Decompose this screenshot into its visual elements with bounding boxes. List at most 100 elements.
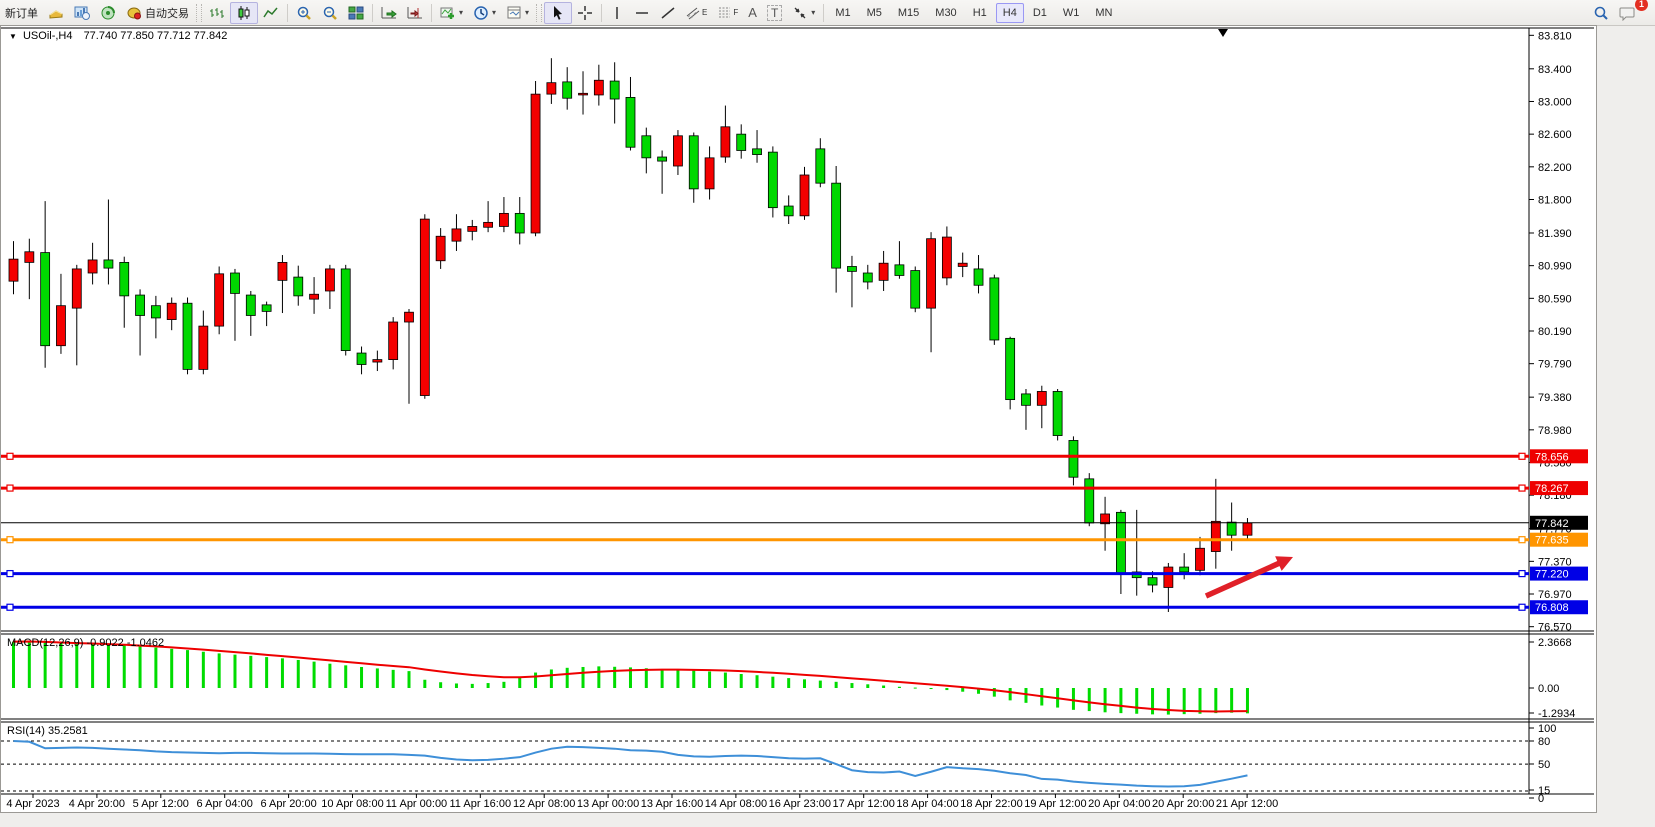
candle-bull [705,158,714,189]
order-history-icon[interactable] [43,3,69,23]
time-tick-label[interactable]: 11 Apr 00:00 [386,798,448,810]
time-tick-label[interactable]: 5 Apr 12:00 [133,798,189,810]
candle-bull [373,360,382,362]
candlestick-chart-button[interactable] [230,2,258,24]
time-tick-label[interactable]: 4 Apr 20:00 [69,798,125,810]
equidistant-channel-tool[interactable]: E [681,3,712,23]
timeframe-d1-button[interactable]: D1 [1026,3,1054,23]
candle-bear [1021,394,1030,405]
arrows-tool[interactable]: ▾ [787,3,820,23]
time-tick-label[interactable]: 13 Apr 16:00 [641,798,703,810]
candle-bear [1227,522,1236,535]
time-tick-label[interactable]: 10 Apr 08:00 [321,798,383,810]
time-tick-label[interactable]: 6 Apr 04:00 [197,798,253,810]
chart-shift-marker[interactable] [1218,29,1228,37]
rsi-label: RSI(14) 35.2581 [7,725,88,737]
time-tick-label[interactable]: 19 Apr 12:00 [1024,798,1086,810]
macd-histogram-bar [408,671,411,688]
macd-histogram-bar [328,664,331,688]
auto-trading-button[interactable]: 自动交易 [121,3,194,23]
search-icon[interactable] [1588,3,1614,23]
timeframe-m30-button[interactable]: M30 [928,3,963,23]
tile-windows-button[interactable] [343,3,369,23]
time-tick-label[interactable]: 18 Apr 22:00 [960,798,1022,810]
time-tick-label[interactable]: 4 Apr 2023 [6,798,59,810]
time-tick-label[interactable]: 14 Apr 08:00 [705,798,767,810]
timeframe-h4-button[interactable]: H4 [996,3,1024,23]
time-tick-label[interactable]: 11 Apr 16:00 [450,798,512,810]
fibonacci-tool[interactable]: F [712,3,743,23]
time-tick-label[interactable]: 20 Apr 04:00 [1088,798,1150,810]
price-tick-label: 81.800 [1538,194,1572,206]
zoom-out-button[interactable] [317,3,343,23]
price-tick-label: 79.790 [1538,359,1572,371]
auto-trading-label: 自动交易 [145,5,189,21]
line-handle[interactable] [7,571,13,577]
bar-chart-button[interactable] [204,3,230,23]
trendline-tool[interactable] [655,3,681,23]
candle-bear [768,152,777,208]
macd-histogram-bar [708,672,711,688]
chart-header: ▼ USOil-,H4 77.740 77.850 77.712 77.842 [9,30,227,42]
time-tick-label[interactable]: 21 Apr 12:00 [1216,798,1278,810]
timeframe-m15-button[interactable]: M15 [891,3,926,23]
macd-histogram-bar [819,681,822,688]
data-window-icon[interactable] [95,3,121,23]
auto-scroll-button[interactable] [376,3,402,23]
line-handle[interactable] [7,604,13,610]
text-tool[interactable]: A [743,3,762,22]
timeframe-m1-button[interactable]: M1 [828,3,857,23]
vertical-line-tool[interactable] [605,3,629,23]
line-handle[interactable] [1519,537,1525,543]
horizontal-line-tool[interactable] [629,3,655,23]
candle-bull [721,127,730,157]
line-handle[interactable] [1519,485,1525,491]
line-handle[interactable] [1519,604,1525,610]
timeframe-m5-button[interactable]: M5 [860,3,889,23]
line-handle[interactable] [1519,453,1525,459]
macd-histogram-bar [376,668,379,688]
toolbar-grip[interactable] [536,4,542,22]
macd-histogram-bar [1088,688,1091,711]
text-label-tool[interactable]: T [762,3,787,23]
toolbar-grip[interactable] [196,4,202,22]
market-watch-icon[interactable] [69,3,95,23]
dropdown-caret: ▾ [492,8,496,17]
zoom-in-button[interactable] [291,3,317,23]
timeframe-h1-button[interactable]: H1 [966,3,994,23]
chart-canvas[interactable]: 83.81083.40083.00082.60082.20081.80081.3… [1,26,1596,812]
crosshair-tool-button[interactable] [572,3,598,23]
time-tick-label[interactable]: 12 Apr 08:00 [513,798,575,810]
price-label-text: 76.808 [1535,602,1569,614]
candle-bear [689,136,698,189]
timeframe-mn-button[interactable]: MN [1088,3,1119,23]
new-order-button[interactable]: 新订单 [0,3,43,23]
line-chart-button[interactable] [258,3,284,23]
rsi-tick-label: 0 [1538,793,1544,805]
time-tick-label[interactable]: 17 Apr 12:00 [833,798,895,810]
templates-button[interactable]: ▾ [501,3,534,23]
line-handle[interactable] [7,453,13,459]
candle-bear [847,266,856,271]
label-tool-label: T [767,5,782,21]
auto-trading-icon [126,5,142,21]
line-handle[interactable] [7,537,13,543]
candle-bear [104,260,113,268]
indicators-button[interactable]: ▾ [435,3,468,23]
time-tick-label[interactable]: 16 Apr 23:00 [769,798,831,810]
timeframe-w1-button[interactable]: W1 [1056,3,1087,23]
macd-histogram-bar [787,678,790,688]
line-handle[interactable] [7,485,13,491]
time-tick-label[interactable]: 20 Apr 20:00 [1152,798,1214,810]
cursor-tool-button[interactable] [544,2,572,24]
time-tick-label[interactable]: 18 Apr 04:00 [896,798,958,810]
trend-arrow-shaft[interactable] [1206,562,1281,596]
periods-button[interactable]: ▾ [468,3,501,23]
price-label-text: 78.267 [1535,483,1569,495]
chart-shift-button[interactable] [402,3,428,23]
symbol-dropdown-icon[interactable]: ▼ [9,32,17,41]
notifications-button[interactable]: 1 [1614,3,1641,23]
time-tick-label[interactable]: 13 Apr 00:00 [577,798,639,810]
line-handle[interactable] [1519,571,1525,577]
time-tick-label[interactable]: 6 Apr 20:00 [260,798,316,810]
